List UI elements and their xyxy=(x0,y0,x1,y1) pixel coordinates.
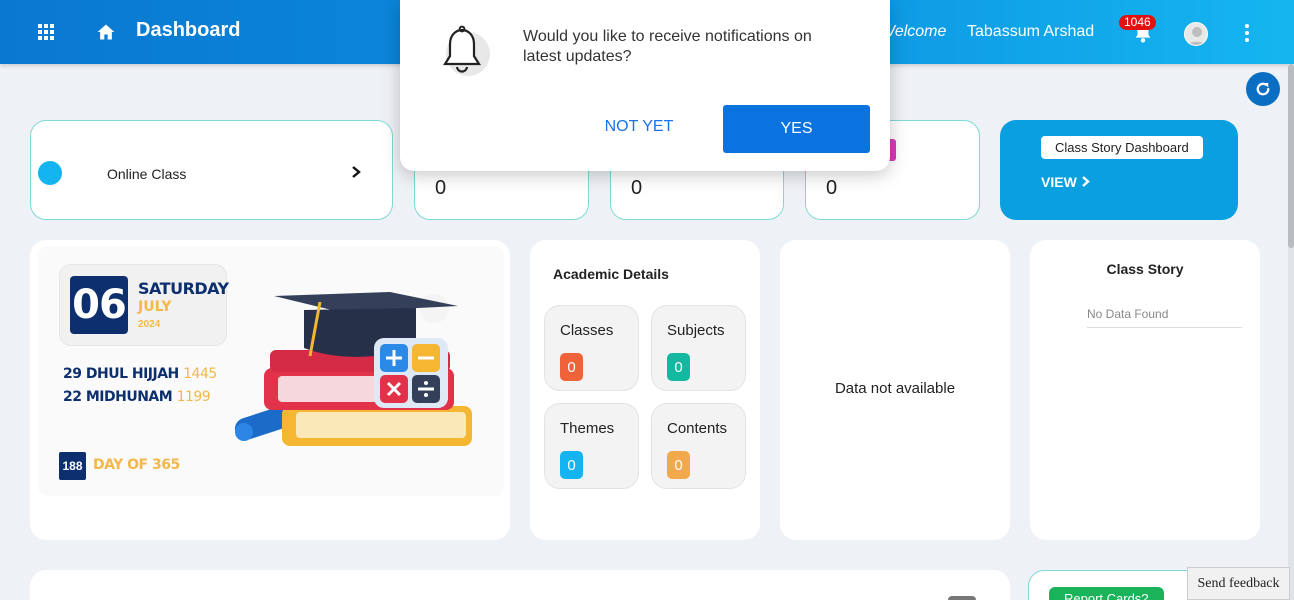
hijri-year: 1445 xyxy=(183,366,217,382)
data-panel: Data not available xyxy=(780,240,1010,540)
yes-button[interactable]: YES xyxy=(723,105,870,153)
view-link[interactable]: VIEW xyxy=(1041,174,1091,190)
avatar[interactable] xyxy=(1184,22,1208,46)
apps-grid-icon[interactable] xyxy=(38,24,54,40)
hijri-text: 29 DHUL HIJJAH xyxy=(63,366,179,382)
more-options-icon[interactable] xyxy=(1244,24,1250,42)
user-silhouette-icon xyxy=(1187,27,1207,45)
bottom-panel xyxy=(30,570,1010,600)
home-icon[interactable] xyxy=(96,22,116,42)
refresh-button[interactable] xyxy=(1246,72,1280,106)
bell-icon xyxy=(443,25,490,76)
tile-label: Classes xyxy=(560,322,614,339)
academic-details-title: Academic Details xyxy=(553,266,669,282)
class-story-dashboard-button[interactable]: Class Story Dashboard xyxy=(1041,136,1203,159)
chevron-right-icon xyxy=(1081,176,1090,187)
tile-count: 0 xyxy=(667,451,690,479)
academic-details-card: Academic Details Classes 0 Subjects 0 Th… xyxy=(530,240,760,540)
tile-count: 0 xyxy=(667,353,690,381)
view-label: VIEW xyxy=(1041,174,1077,190)
day-of-year-number: 188 xyxy=(59,452,86,480)
month: JULY xyxy=(138,299,172,315)
malayalam-date: 22 MIDHUNAM 1199 xyxy=(63,389,211,405)
refresh-icon xyxy=(1256,82,1270,96)
tile-label: Themes xyxy=(560,420,615,437)
notification-permission-dialog: Would you like to receive notifications … xyxy=(400,0,890,171)
tile-label: Contents xyxy=(667,420,728,437)
not-yet-button[interactable]: NOT YET xyxy=(589,118,689,136)
subjects-tile[interactable]: Subjects 0 xyxy=(651,305,746,391)
class-story-card: Class Story Dashboard VIEW xyxy=(1000,120,1238,220)
page-title: Dashboard xyxy=(136,19,241,41)
panel-control[interactable] xyxy=(948,596,976,600)
tile-count: 0 xyxy=(560,353,583,381)
class-story-title: Class Story xyxy=(1106,261,1184,277)
hijri-date: 29 DHUL HIJJAH 1445 xyxy=(63,366,217,382)
notification-count-badge: 1046 xyxy=(1119,15,1156,30)
data-not-available-text: Data not available xyxy=(834,380,956,397)
online-class-label: Online Class xyxy=(107,166,187,182)
year: 2024 xyxy=(138,319,161,330)
scrollbar-thumb[interactable] xyxy=(1288,64,1294,248)
malayalam-text: 22 MIDHUNAM xyxy=(63,389,173,405)
stat-value: 0 xyxy=(631,177,643,199)
classes-tile[interactable]: Classes 0 xyxy=(544,305,639,391)
day-number: 06 xyxy=(70,276,128,334)
user-name[interactable]: Tabassum Arshad xyxy=(967,23,1094,41)
online-class-dot xyxy=(38,161,62,185)
graduation-books-illustration xyxy=(234,292,472,446)
malayalam-year: 1199 xyxy=(176,389,211,405)
send-feedback-button[interactable]: Send feedback xyxy=(1187,567,1290,600)
date-box: 06 SATURDAY JULY 2024 xyxy=(59,264,229,346)
day-of-year-label: DAY OF 365 xyxy=(93,457,180,473)
contents-tile[interactable]: Contents 0 xyxy=(651,403,746,489)
stat-value: 0 xyxy=(826,177,838,199)
date-card: 06 SATURDAY JULY 2024 29 DHUL HIJJAH 144… xyxy=(30,240,510,540)
report-cards-button[interactable]: Report Cards? xyxy=(1049,587,1164,600)
themes-tile[interactable]: Themes 0 xyxy=(544,403,639,489)
notification-message: Would you like to receive notifications … xyxy=(523,28,812,65)
tile-count: 0 xyxy=(560,451,583,479)
class-story-panel: Class Story No Data Found xyxy=(1030,240,1260,540)
no-data-text: No Data Found xyxy=(1087,307,1242,328)
chevron-right-icon[interactable] xyxy=(349,165,363,179)
tile-label: Subjects xyxy=(667,322,725,339)
stat-value: 0 xyxy=(435,177,447,199)
weekday: SATURDAY xyxy=(138,279,229,298)
online-class-card[interactable]: Online Class xyxy=(30,120,393,220)
